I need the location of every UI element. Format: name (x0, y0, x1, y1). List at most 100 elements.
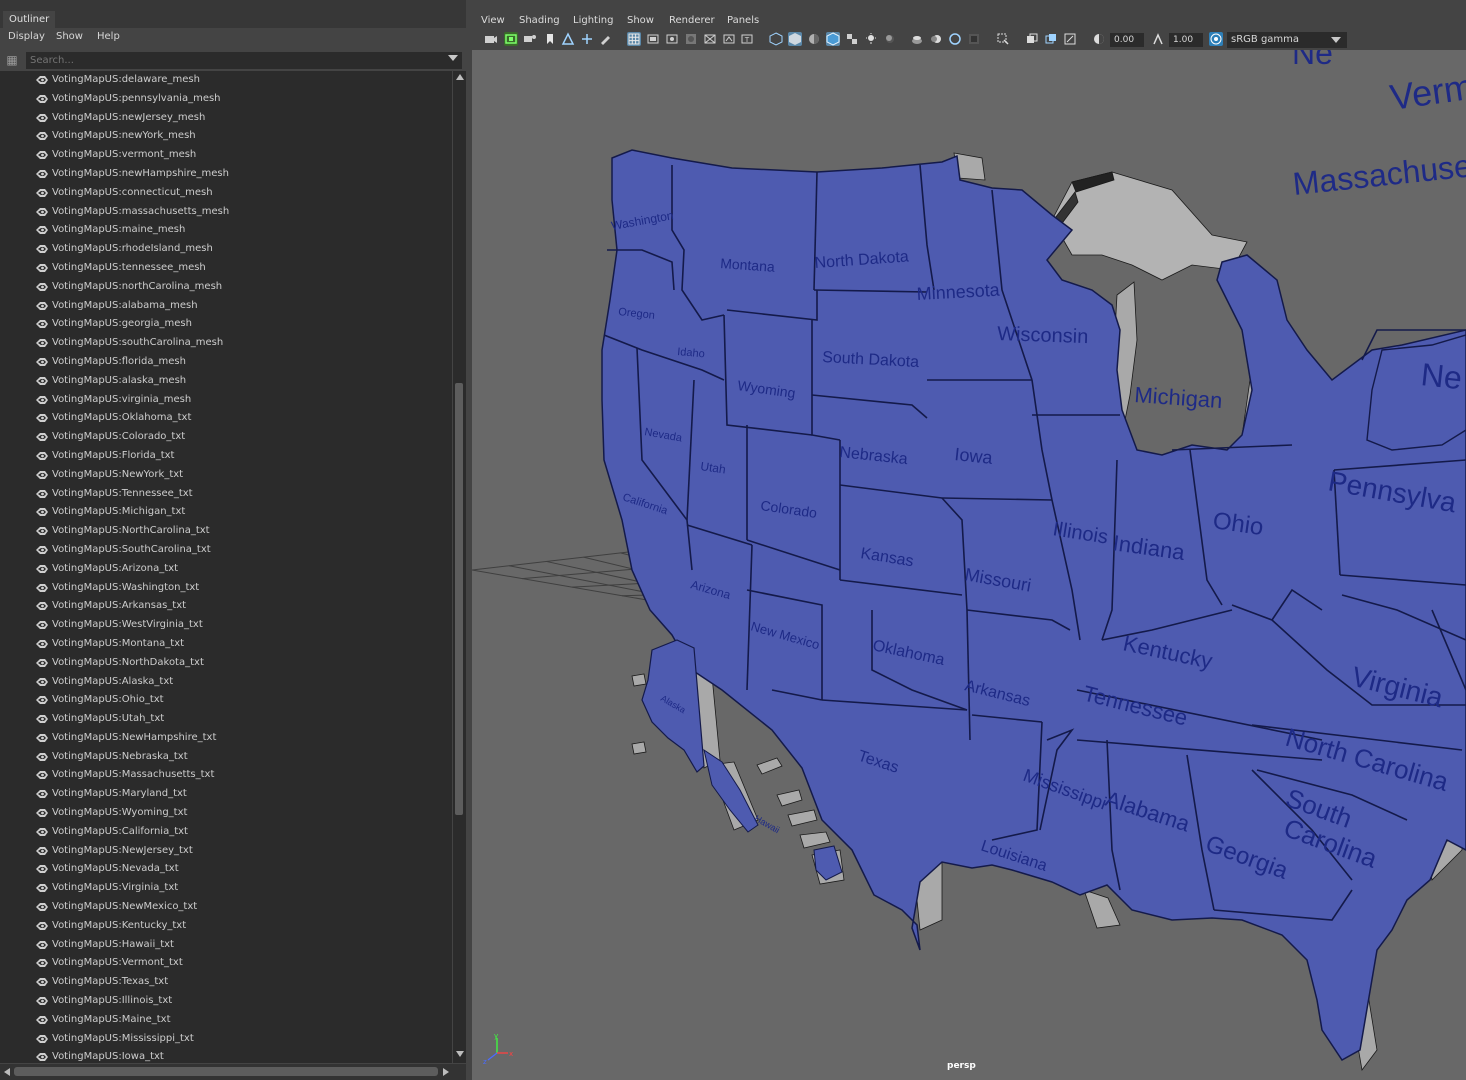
grid-toggle-icon[interactable] (627, 32, 641, 46)
outliner-item[interactable]: VotingMapUS:NorthDakota_txt (0, 654, 452, 673)
search-input[interactable] (26, 52, 462, 69)
outliner-item[interactable]: VotingMapUS:Vermont_txt (0, 954, 452, 973)
resolution-gate-icon[interactable] (665, 32, 679, 46)
scroll-right-arrow-icon[interactable] (443, 1068, 449, 1076)
outliner-item[interactable]: VotingMapUS:Utah_txt (0, 710, 452, 729)
outliner-item[interactable]: VotingMapUS:virginia_mesh (0, 391, 452, 410)
outliner-item[interactable]: VotingMapUS:SouthCarolina_txt (0, 541, 452, 560)
outliner-item[interactable]: VotingMapUS:northCarolina_mesh (0, 278, 452, 297)
select-camera-icon[interactable] (484, 32, 498, 46)
field-chart-icon[interactable] (703, 32, 717, 46)
outliner-item[interactable]: VotingMapUS:NorthCarolina_txt (0, 522, 452, 541)
outliner-item[interactable]: VotingMapUS:connecticut_mesh (0, 184, 452, 203)
scroll-left-arrow-icon[interactable] (4, 1068, 10, 1076)
filter-icon[interactable]: ▦ (5, 53, 19, 67)
screen-space-ao-icon[interactable] (910, 32, 924, 46)
menu-show[interactable]: Show (56, 31, 83, 42)
outliner-item[interactable]: VotingMapUS:Wyoming_txt (0, 804, 452, 823)
outliner-item[interactable]: VotingMapUS:tennessee_mesh (0, 259, 452, 278)
menu-show[interactable]: Show (627, 15, 654, 26)
horizontal-scroll-thumb[interactable] (14, 1067, 438, 1076)
wireframe-icon[interactable] (769, 32, 783, 46)
motion-blur-icon[interactable] (929, 32, 943, 46)
color-space-select[interactable]: sRGB gamma (1227, 32, 1347, 48)
2d-pan-zoom-icon[interactable] (580, 32, 594, 46)
outliner-item[interactable]: VotingMapUS:NewYork_txt (0, 466, 452, 485)
exposure-icon[interactable] (1092, 32, 1106, 46)
menu-display[interactable]: Display (8, 31, 45, 42)
outliner-item[interactable]: VotingMapUS:Illinois_txt (0, 992, 452, 1011)
outliner-item[interactable]: VotingMapUS:Virginia_txt (0, 879, 452, 898)
outliner-item[interactable]: VotingMapUS:Alaska_txt (0, 673, 452, 692)
lights-icon[interactable] (864, 32, 878, 46)
outliner-tab[interactable]: Outliner (3, 11, 56, 28)
scroll-down-arrow-icon[interactable] (456, 1051, 464, 1057)
outliner-item[interactable]: VotingMapUS:NewHampshire_txt (0, 729, 452, 748)
outliner-item[interactable]: VotingMapUS:Washington_txt (0, 579, 452, 598)
outliner-item[interactable]: VotingMapUS:NewMexico_txt (0, 898, 452, 917)
outliner-item[interactable]: VotingMapUS:California_txt (0, 823, 452, 842)
outliner-item[interactable]: VotingMapUS:Maryland_txt (0, 785, 452, 804)
outliner-item[interactable]: VotingMapUS:newYork_mesh (0, 127, 452, 146)
menu-help[interactable]: Help (97, 31, 120, 42)
outliner-item[interactable]: VotingMapUS:florida_mesh (0, 353, 452, 372)
outliner-item[interactable]: VotingMapUS:Massachusetts_txt (0, 766, 452, 785)
outliner-item[interactable]: VotingMapUS:Kentucky_txt (0, 917, 452, 936)
continental-us-mesh[interactable] (601, 149, 1466, 1061)
outliner-item[interactable]: VotingMapUS:Florida_txt (0, 447, 452, 466)
film-gate-icon[interactable] (646, 32, 660, 46)
outliner-item[interactable]: VotingMapUS:Arizona_txt (0, 560, 452, 579)
image-plane-icon[interactable] (561, 32, 575, 46)
outliner-item[interactable]: VotingMapUS:Colorado_txt (0, 428, 452, 447)
outliner-item[interactable]: VotingMapUS:rhodeIsland_mesh (0, 240, 452, 259)
shadows-icon[interactable] (883, 32, 897, 46)
exposure-field[interactable]: 0.00 (1110, 33, 1144, 47)
smooth-shade-icon[interactable] (788, 32, 802, 46)
outliner-item[interactable]: VotingMapUS:Nebraska_txt (0, 748, 452, 767)
outliner-item[interactable]: VotingMapUS:alaska_mesh (0, 372, 452, 391)
camera-attributes-icon[interactable] (504, 32, 518, 46)
outliner-item[interactable]: VotingMapUS:Arkansas_txt (0, 597, 452, 616)
gamma-field[interactable]: 1.00 (1169, 33, 1203, 47)
menu-lighting[interactable]: Lighting (573, 15, 613, 26)
outliner-item[interactable]: VotingMapUS:maine_mesh (0, 221, 452, 240)
outliner-item[interactable]: VotingMapUS:Hawaii_txt (0, 936, 452, 955)
isolate-select-icon[interactable] (996, 32, 1010, 46)
outliner-item[interactable]: VotingMapUS:newJersey_mesh (0, 109, 452, 128)
xray-active-components-icon[interactable] (1044, 32, 1058, 46)
outliner-horizontal-scrollbar[interactable] (0, 1064, 466, 1080)
textured-icon[interactable] (845, 32, 859, 46)
outliner-item[interactable]: VotingMapUS:Maine_txt (0, 1011, 452, 1030)
outliner-item[interactable]: VotingMapUS:Ohio_txt (0, 691, 452, 710)
outliner-item[interactable]: VotingMapUS:newHampshire_mesh (0, 165, 452, 184)
scroll-thumb[interactable] (455, 383, 463, 815)
outliner-item[interactable]: VotingMapUS:Nevada_txt (0, 860, 452, 879)
safe-title-icon[interactable]: T (740, 32, 754, 46)
use-default-material-icon[interactable] (807, 32, 821, 46)
outliner-item[interactable]: VotingMapUS:Oklahoma_txt (0, 409, 452, 428)
menu-view[interactable]: View (481, 15, 505, 26)
3d-viewport[interactable]: Washington Oregon California Nevada Idah… (472, 50, 1466, 1080)
outliner-item[interactable]: VotingMapUS:Iowa_txt (0, 1048, 452, 1063)
color-management-icon[interactable] (1209, 32, 1223, 46)
anti-aliasing-icon[interactable] (948, 32, 962, 46)
menu-renderer[interactable]: Renderer (669, 15, 715, 26)
scroll-up-arrow-icon[interactable] (456, 74, 464, 80)
outliner-item[interactable]: VotingMapUS:pennsylvania_mesh (0, 90, 452, 109)
outliner-item[interactable]: VotingMapUS:Tennessee_txt (0, 485, 452, 504)
menu-panels[interactable]: Panels (727, 15, 759, 26)
gate-mask-icon[interactable] (684, 32, 698, 46)
xray-icon[interactable] (1025, 32, 1039, 46)
outliner-item[interactable]: VotingMapUS:georgia_mesh (0, 315, 452, 334)
wireframe-on-shaded-icon[interactable] (826, 32, 840, 46)
outliner-item[interactable]: VotingMapUS:Mississippi_txt (0, 1030, 452, 1049)
outliner-item[interactable]: VotingMapUS:Montana_txt (0, 635, 452, 654)
grease-pencil-icon[interactable] (598, 32, 612, 46)
chevron-down-icon[interactable] (448, 55, 458, 61)
bookmark-camera-icon[interactable] (523, 32, 537, 46)
depth-of-field-icon[interactable] (967, 32, 981, 46)
outliner-item[interactable]: VotingMapUS:delaware_mesh (0, 71, 452, 90)
outliner-item[interactable]: VotingMapUS:massachusetts_mesh (0, 203, 452, 222)
outliner-vertical-scrollbar[interactable] (453, 71, 466, 1063)
xray-joints-icon[interactable] (1063, 32, 1077, 46)
